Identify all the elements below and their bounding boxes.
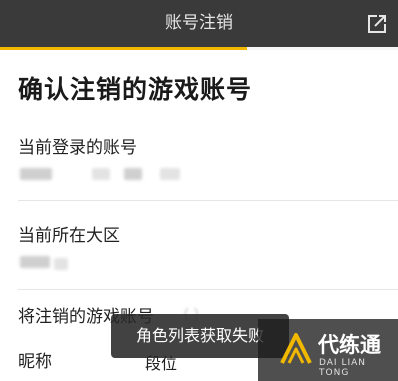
watermark: 代练通 DAI LIAN TONG bbox=[258, 319, 398, 381]
watermark-subtitle: DAI LIAN TONG bbox=[319, 358, 367, 378]
progress-fill bbox=[0, 47, 247, 50]
current-account-value-part bbox=[160, 168, 180, 180]
current-account-value-part bbox=[92, 168, 110, 180]
page-title: 账号注销 bbox=[165, 13, 233, 33]
watermark-name: 代练通 bbox=[318, 333, 381, 357]
nickname-column: 昵称 bbox=[18, 352, 52, 372]
current-account-value-part bbox=[124, 168, 142, 180]
daliantong-logo-icon bbox=[278, 331, 314, 367]
current-region-value bbox=[20, 256, 50, 268]
divider bbox=[18, 200, 398, 201]
title-bar: 账号注销 bbox=[0, 0, 398, 47]
confirm-heading: 确认注销的游戏账号 bbox=[18, 75, 253, 104]
current-account-value bbox=[20, 168, 52, 180]
current-account-label: 当前登录的账号 bbox=[18, 138, 137, 158]
current-region-value-part bbox=[54, 258, 68, 270]
progress-bar bbox=[0, 47, 398, 50]
divider bbox=[18, 289, 398, 290]
current-region-label: 当前所在大区 bbox=[18, 226, 120, 246]
share-icon[interactable] bbox=[366, 13, 388, 35]
